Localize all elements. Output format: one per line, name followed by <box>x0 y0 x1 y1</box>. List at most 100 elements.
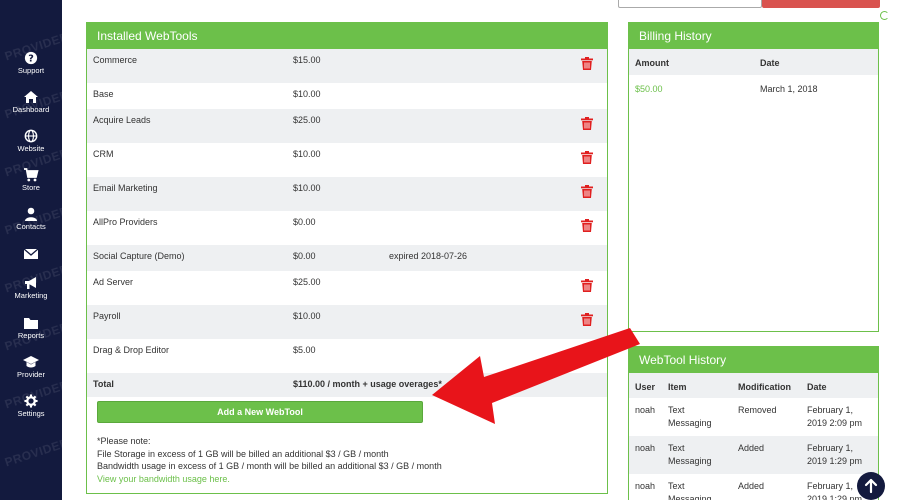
bandwidth-usage-link[interactable]: View your bandwidth usage here. <box>97 473 442 486</box>
column-header-amount: Amount <box>635 58 669 68</box>
search-button[interactable] <box>762 0 880 8</box>
tool-name: Payroll <box>93 311 121 321</box>
tool-name: Ad Server <box>93 277 134 287</box>
history-modification: Removed <box>738 405 777 415</box>
table-row: noah Text Messaging Added February 1, 20… <box>629 436 878 474</box>
sidebar-item-contacts[interactable]: Contacts <box>0 207 62 231</box>
sidebar-item-reports[interactable]: Reports <box>0 316 62 340</box>
table-row: noah Text Messaging Removed February 1, … <box>629 398 878 436</box>
column-header-date: Date <box>807 382 827 392</box>
table-row: noah Text Messaging Added February 1, 20… <box>629 474 878 500</box>
tool-price: $10.00 <box>293 149 321 159</box>
table-row: AllPro Providers $0.00 <box>87 211 607 245</box>
sidebar-item-label: Marketing <box>14 291 48 300</box>
tool-expiry-note: expired 2018-07-26 <box>389 251 468 261</box>
history-item: Text Messaging <box>668 405 712 428</box>
tool-name: Acquire Leads <box>93 115 151 125</box>
sidebar-item-messages[interactable] <box>0 247 62 262</box>
total-row: Total $110.00 / month + usage overages* <box>87 373 607 397</box>
trash-icon[interactable] <box>581 117 593 130</box>
trash-icon[interactable] <box>581 279 593 292</box>
billing-date: March 1, 2018 <box>760 84 818 94</box>
gear-icon <box>24 394 38 408</box>
note-bandwidth: Bandwidth usage in excess of 1 GB / mont… <box>97 461 442 471</box>
table-row: Base $10.00 <box>87 83 607 109</box>
history-modification: Added <box>738 443 765 453</box>
tool-name: AllPro Providers <box>93 217 158 227</box>
table-header: User Item Modification Date <box>629 373 878 398</box>
table-header: Amount Date <box>629 49 878 75</box>
add-webtool-button[interactable]: Add a New WebTool <box>97 401 423 423</box>
sidebar-item-label: Provider <box>17 370 45 379</box>
tool-price: $10.00 <box>293 183 321 193</box>
sidebar-item-provider[interactable]: Provider <box>0 355 62 379</box>
panel-title: Billing History <box>629 23 878 49</box>
tool-price: $25.00 <box>293 115 321 125</box>
sidebar-item-dashboard[interactable]: Dashboard <box>0 90 62 114</box>
loading-spinner-icon <box>880 11 889 20</box>
user-icon <box>25 207 37 221</box>
tool-price: $0.00 <box>293 251 316 261</box>
column-header-user: User <box>635 382 656 392</box>
sidebar-item-label: Settings <box>17 409 45 418</box>
sidebar-item-marketing[interactable]: Marketing <box>0 276 62 300</box>
tool-name: Commerce <box>93 55 138 65</box>
svg-text:?: ? <box>28 54 34 65</box>
cart-icon <box>24 168 39 182</box>
history-modification: Added <box>738 481 765 491</box>
globe-icon <box>24 129 38 143</box>
trash-icon[interactable] <box>581 151 593 164</box>
sidebar-item-support[interactable]: ? Support <box>0 51 62 75</box>
column-header-item: Item <box>668 382 687 392</box>
tool-price: $0.00 <box>293 217 316 227</box>
column-header-modification: Modification <box>738 382 791 392</box>
trash-icon[interactable] <box>581 219 593 232</box>
trash-icon[interactable] <box>581 185 593 198</box>
history-item: Text Messaging <box>668 443 712 466</box>
tool-price: $25.00 <box>293 277 321 287</box>
sidebar: PROVIDER PROVIDER PROVIDER PROVIDER PROV… <box>0 0 62 500</box>
billing-amount: $50.00 <box>635 84 663 94</box>
panel-title: Installed WebTools <box>87 23 607 49</box>
billing-notes: *Please note: File Storage in excess of … <box>97 435 442 485</box>
table-row: Payroll $10.00 <box>87 305 607 339</box>
graduation-cap-icon <box>23 356 39 368</box>
table-row: Social Capture (Demo) $0.00 expired 2018… <box>87 245 607 271</box>
table-row: Acquire Leads $25.00 <box>87 109 607 143</box>
column-header-date: Date <box>760 58 780 68</box>
table-row: Ad Server $25.00 <box>87 271 607 305</box>
sidebar-item-store[interactable]: Store <box>0 168 62 192</box>
megaphone-icon <box>25 277 36 289</box>
tool-price: $10.00 <box>293 311 321 321</box>
history-user: noah <box>635 405 656 415</box>
history-date: February 1, 2019 2:09 pm <box>807 405 863 428</box>
sidebar-item-website[interactable]: Website <box>0 129 62 153</box>
trash-icon[interactable] <box>581 313 593 326</box>
trash-icon[interactable] <box>581 57 593 70</box>
tool-price: $15.00 <box>293 55 321 65</box>
note-storage: File Storage in excess of 1 GB will be b… <box>97 448 389 459</box>
envelope-icon <box>23 248 39 259</box>
history-date: February 1, 2019 1:29 pm <box>807 443 863 466</box>
table-row: Drag & Drop Editor $5.00 <box>87 339 607 373</box>
sidebar-item-label: Website <box>17 144 45 153</box>
scroll-to-top-button[interactable] <box>857 472 885 500</box>
sidebar-watermark: PROVIDER <box>3 435 62 470</box>
search-input[interactable] <box>618 0 762 8</box>
table-row: Commerce $15.00 <box>87 49 607 83</box>
sidebar-item-label: Support <box>17 66 45 75</box>
webtool-history-panel: WebTool History User Item Modification D… <box>628 346 879 500</box>
table-row: $50.00 March 1, 2018 <box>629 75 878 101</box>
tool-name: CRM <box>93 149 114 159</box>
billing-history-panel: Billing History Amount Date $50.00 March… <box>628 22 879 332</box>
history-user: noah <box>635 443 656 453</box>
history-item: Text Messaging <box>668 481 712 500</box>
tool-name: Email Marketing <box>93 183 158 193</box>
sidebar-item-settings[interactable]: Settings <box>0 394 62 418</box>
tool-name: Social Capture (Demo) <box>93 251 185 261</box>
tool-name: Drag & Drop Editor <box>93 345 170 355</box>
sidebar-item-label: Reports <box>17 331 45 340</box>
sidebar-item-label: Store <box>22 183 40 192</box>
tool-price: $10.00 <box>293 89 321 99</box>
total-value: $110.00 / month + usage overages* <box>293 379 442 389</box>
